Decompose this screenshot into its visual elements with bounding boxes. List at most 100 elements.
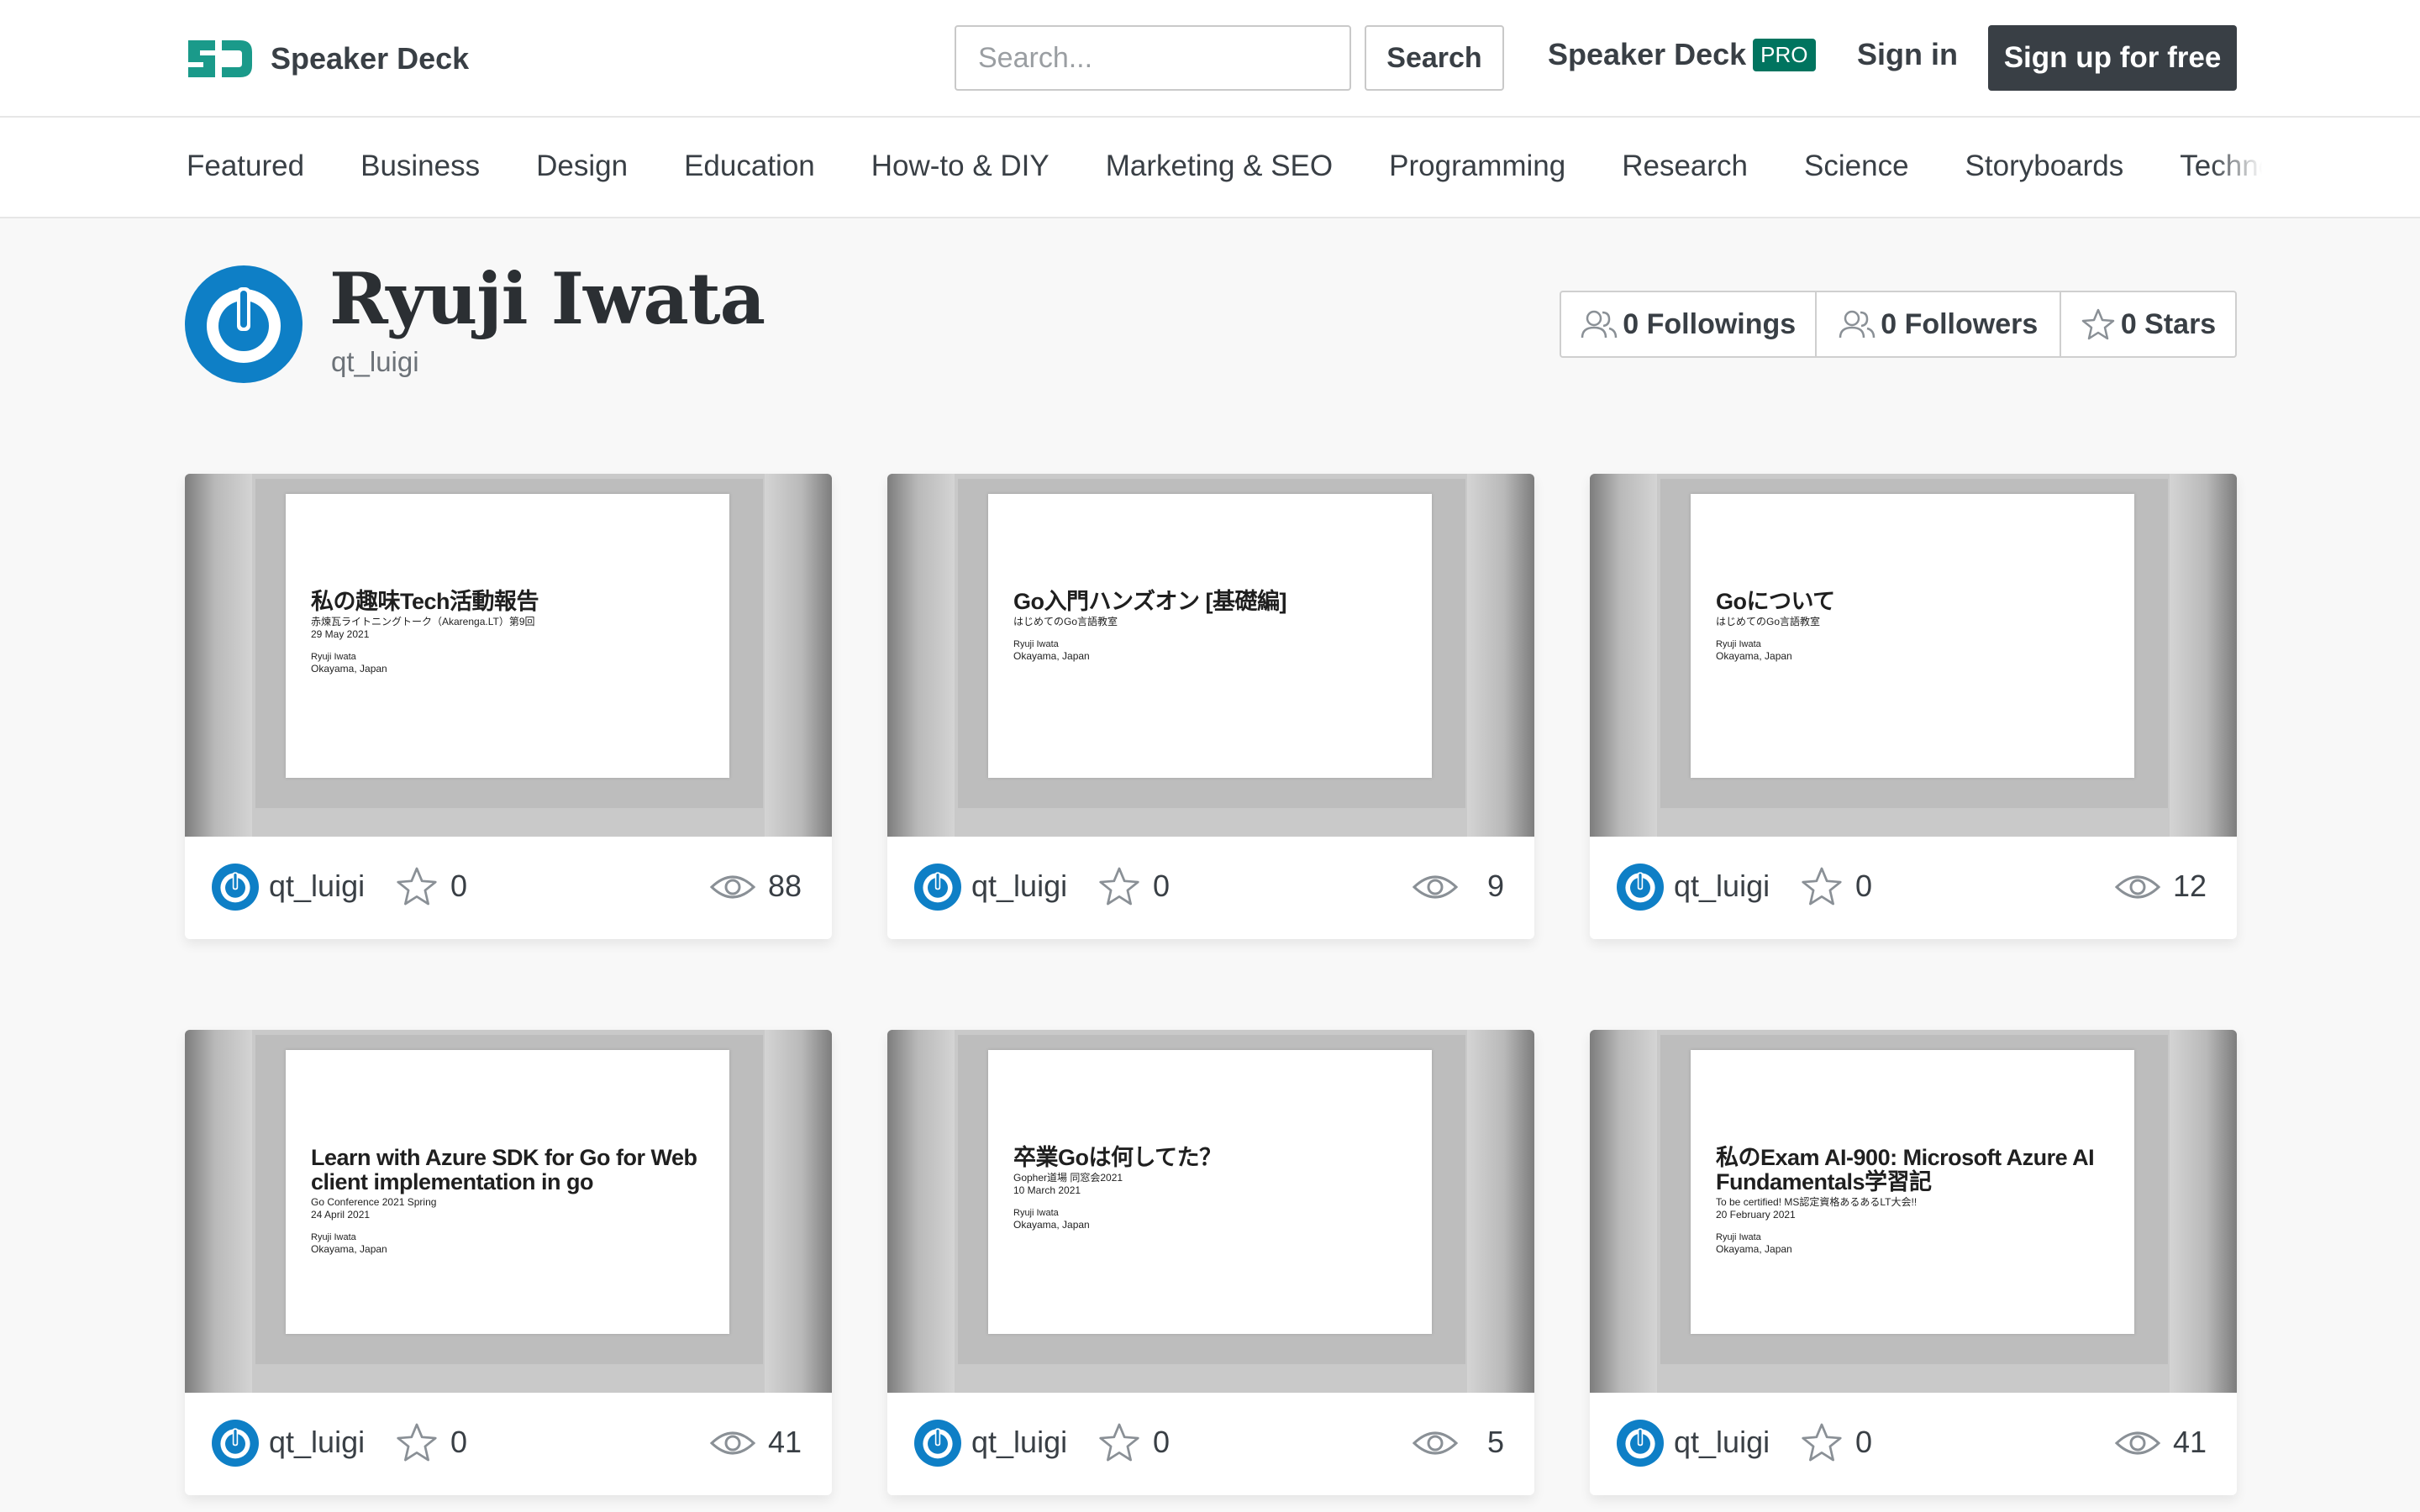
sign-up-button[interactable]: Sign up for free xyxy=(1988,25,2237,91)
followers-button[interactable]: 0 Followers xyxy=(1817,292,2062,356)
deck-thumbnail[interactable]: 卒業Goは何してた？ Gopher道場 同窓会2021 10 March 202… xyxy=(887,1030,1534,1393)
star-icon[interactable] xyxy=(395,1421,439,1463)
deck-footer: qt_luigi 0 12 xyxy=(1590,837,2237,939)
category-research[interactable]: Research xyxy=(1622,150,1748,183)
deck-thumbnail[interactable]: Go入門ハンズオン [基礎編] はじめてのGo言語教室 Ryuji Iwata … xyxy=(887,474,1534,837)
pro-badge: PRO xyxy=(1753,38,1816,71)
brand-name: Speaker Deck xyxy=(271,41,470,76)
user-avatar-icon[interactable] xyxy=(185,265,302,383)
slide-subtitle: Gopher道場 同窓会2021 xyxy=(1013,1172,1123,1184)
category-business[interactable]: Business xyxy=(360,150,480,183)
deck-footer: qt_luigi 0 9 xyxy=(887,837,1534,939)
slide-author: Ryuji Iwata xyxy=(311,1232,356,1242)
user-handle: qt_luigi xyxy=(331,346,419,377)
eye-icon xyxy=(709,1431,756,1455)
star-count: 0 xyxy=(1855,869,1873,903)
slide-preview: Go入門ハンズオン [基礎編] はじめてのGo言語教室 Ryuji Iwata … xyxy=(988,494,1432,778)
deck-footer: qt_luigi 0 41 xyxy=(1590,1393,2237,1495)
user-avatar-icon[interactable] xyxy=(914,864,961,911)
deck-thumbnail[interactable]: 私の趣味Tech活動報告 赤煉瓦ライトニングトーク（Akarenga.LT）第9… xyxy=(185,474,832,837)
slide-preview: 私の趣味Tech活動報告 赤煉瓦ライトニングトーク（Akarenga.LT）第9… xyxy=(286,494,729,778)
deck-owner[interactable]: qt_luigi xyxy=(1674,1425,1770,1460)
star-count: 0 xyxy=(450,869,468,903)
slide-location: Okayama, Japan xyxy=(1013,650,1090,662)
slide-author: Ryuji Iwata xyxy=(1013,1208,1059,1218)
followers-count: 0 Followers xyxy=(1881,307,2039,340)
category-science[interactable]: Science xyxy=(1804,150,1909,183)
category-education[interactable]: Education xyxy=(684,150,815,183)
slide-subtitle: To be certified! MS認定資格あるあるLT大会!! xyxy=(1716,1196,1918,1208)
slide-location: Okayama, Japan xyxy=(1716,650,1792,662)
profile-stats: 0 Followings 0 Followers 0 Stars xyxy=(1560,291,2237,358)
slide-date: 10 March 2021 xyxy=(1013,1184,1081,1196)
brand-logo[interactable]: Speaker Deck xyxy=(185,37,469,81)
user-avatar-icon[interactable] xyxy=(212,1420,259,1467)
deck-owner[interactable]: qt_luigi xyxy=(269,1425,365,1460)
deck-card[interactable]: 私のExam AI-900: Microsoft Azure AI Fundam… xyxy=(1590,1030,2237,1495)
deck-card[interactable]: Goについて はじめてのGo言語教室 Ryuji Iwata Okayama, … xyxy=(1590,474,2237,939)
slide-date: 20 February 2021 xyxy=(1716,1209,1796,1221)
slide-preview: Goについて はじめてのGo言語教室 Ryuji Iwata Okayama, … xyxy=(1691,494,2134,778)
view-count: 41 xyxy=(767,1425,802,1459)
deck-owner[interactable]: qt_luigi xyxy=(971,869,1067,904)
search-button[interactable]: Search xyxy=(1365,25,1504,91)
user-name: Ryuji Iwata xyxy=(329,257,765,340)
deck-thumbnail[interactable]: 私のExam AI-900: Microsoft Azure AI Fundam… xyxy=(1590,1030,2237,1393)
user-avatar-icon[interactable] xyxy=(1617,1420,1664,1467)
user-avatar-icon[interactable] xyxy=(212,864,259,911)
user-avatar-icon[interactable] xyxy=(914,1420,961,1467)
deck-card[interactable]: Learn with Azure SDK for Go for Web clie… xyxy=(185,1030,832,1495)
category-programming[interactable]: Programming xyxy=(1389,150,1565,183)
user-avatar-icon[interactable] xyxy=(1617,864,1664,911)
slide-location: Okayama, Japan xyxy=(1716,1243,1792,1255)
sign-in-link[interactable]: Sign in xyxy=(1857,37,1958,72)
deck-footer: qt_luigi 0 41 xyxy=(185,1393,832,1495)
search-input[interactable] xyxy=(955,25,1351,91)
slide-subtitle: はじめてのGo言語教室 xyxy=(1013,616,1118,627)
slide-subtitle: はじめてのGo言語教室 xyxy=(1716,616,1821,627)
view-count: 88 xyxy=(767,869,802,903)
speaker-deck-pro-link[interactable]: Speaker Deck PRO xyxy=(1548,37,1816,72)
deck-card[interactable]: Go入門ハンズオン [基礎編] はじめてのGo言語教室 Ryuji Iwata … xyxy=(887,474,1534,939)
star-icon[interactable] xyxy=(1800,1421,1844,1463)
category-featured[interactable]: Featured xyxy=(187,150,304,183)
deck-footer: qt_luigi 0 5 xyxy=(887,1393,1534,1495)
star-icon[interactable] xyxy=(1097,865,1141,907)
star-icon[interactable] xyxy=(1097,1421,1141,1463)
star-count: 0 xyxy=(450,1425,468,1459)
slide-preview: 卒業Goは何してた？ Gopher道場 同窓会2021 10 March 202… xyxy=(988,1050,1432,1334)
top-header: Speaker Deck Search Speaker Deck PRO Sig… xyxy=(0,0,2420,118)
star-icon[interactable] xyxy=(1800,865,1844,907)
category-marketing-seo[interactable]: Marketing & SEO xyxy=(1106,150,1333,183)
stars-button[interactable]: 0 Stars xyxy=(2061,292,2235,356)
slide-title: 私の趣味Tech活動報告 xyxy=(311,589,539,614)
deck-card[interactable]: 私の趣味Tech活動報告 赤煉瓦ライトニングトーク（Akarenga.LT）第9… xyxy=(185,474,832,939)
deck-card[interactable]: 卒業Goは何してた？ Gopher道場 同窓会2021 10 March 202… xyxy=(887,1030,1534,1495)
users-icon xyxy=(1581,310,1618,339)
deck-owner[interactable]: qt_luigi xyxy=(1674,869,1770,904)
users-icon xyxy=(1839,310,1876,339)
slide-title: Learn with Azure SDK for Go for Web clie… xyxy=(311,1145,697,1194)
slide-author: Ryuji Iwata xyxy=(1716,1232,1761,1242)
star-icon[interactable] xyxy=(395,865,439,907)
category-storyboards[interactable]: Storyboards xyxy=(1965,150,2124,183)
slide-title: 私のExam AI-900: Microsoft Azure AI Fundam… xyxy=(1716,1145,2095,1194)
deck-owner[interactable]: qt_luigi xyxy=(269,869,365,904)
deck-thumbnail[interactable]: Goについて はじめてのGo言語教室 Ryuji Iwata Okayama, … xyxy=(1590,474,2237,837)
deck-thumbnail[interactable]: Learn with Azure SDK for Go for Web clie… xyxy=(185,1030,832,1393)
followings-button[interactable]: 0 Followings xyxy=(1561,292,1818,356)
stars-count: 0 Stars xyxy=(2120,307,2217,340)
category-list: Featured Business Design Education How-to & … xyxy=(187,150,2262,192)
category-design[interactable]: Design xyxy=(536,150,628,183)
eye-icon xyxy=(709,875,756,899)
deck-owner[interactable]: qt_luigi xyxy=(971,1425,1067,1460)
category-how-to-diy[interactable]: How-to & DIY xyxy=(871,150,1050,183)
eye-icon xyxy=(2114,875,2161,899)
slide-author: Ryuji Iwata xyxy=(311,652,356,662)
slide-author: Ryuji Iwata xyxy=(1013,639,1059,649)
eye-icon xyxy=(2114,1431,2161,1455)
star-count: 0 xyxy=(1855,1425,1873,1459)
followings-count: 0 Followings xyxy=(1623,307,1797,340)
category-technology[interactable]: Technology xyxy=(2180,150,2262,183)
star-icon xyxy=(2081,308,2115,340)
